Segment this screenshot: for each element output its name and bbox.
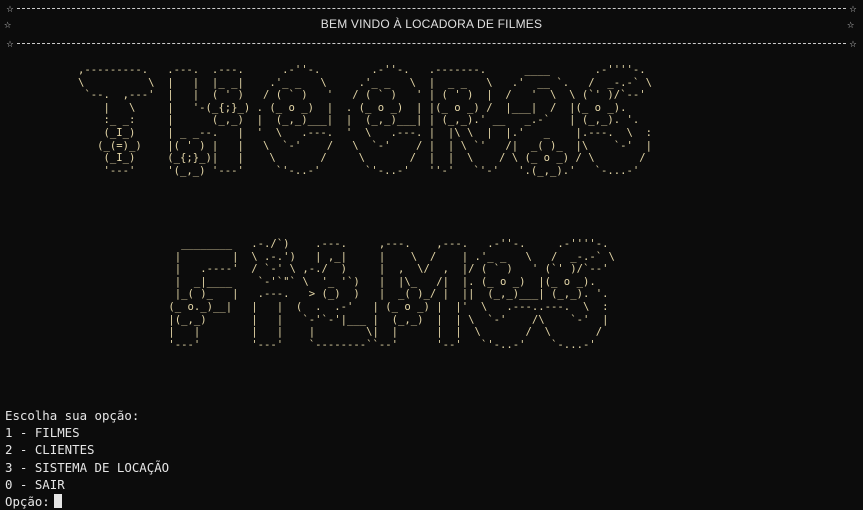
star-icon: ☆ (6, 36, 14, 50)
menu-prompt-title: Escolha sua opção: (5, 408, 140, 423)
star-icon: ☆ (849, 36, 857, 50)
banner-top-border: ☆ ☆ (4, 1, 859, 15)
menu-option-sistema-locacao: 3 - SISTEMA DE LOCAÇÃO (5, 459, 170, 475)
menu-option-clientes: 2 - CLIENTES (5, 442, 95, 458)
dashed-divider (17, 42, 846, 44)
star-icon: ☆ (6, 1, 14, 15)
banner-title: BEM VINDO À LOCADORA DE FILMES (320, 17, 543, 31)
ascii-art-theoras: ,---------. .---. .---. .-''-. .-''-. .-… (78, 64, 653, 177)
option-input-label: Opção: (5, 494, 50, 510)
dashed-divider (17, 7, 846, 9)
star-icon: ☆ (847, 17, 855, 31)
banner-bottom-border: ☆ ☆ (4, 36, 859, 50)
text-cursor[interactable] (53, 494, 62, 509)
star-icon: ☆ (849, 1, 857, 15)
ascii-art-filmes: ________ .-./`) .---. ,---. ,---. .-''-.… (168, 238, 615, 351)
main-menu: Escolha sua opção: 1 - FILMES 2 - CLIENT… (5, 407, 169, 510)
menu-option-sair: 0 - SAIR (5, 476, 65, 492)
menu-option-filmes: 1 - FILMES (5, 425, 80, 441)
option-input-line[interactable]: Opção: (5, 493, 169, 510)
